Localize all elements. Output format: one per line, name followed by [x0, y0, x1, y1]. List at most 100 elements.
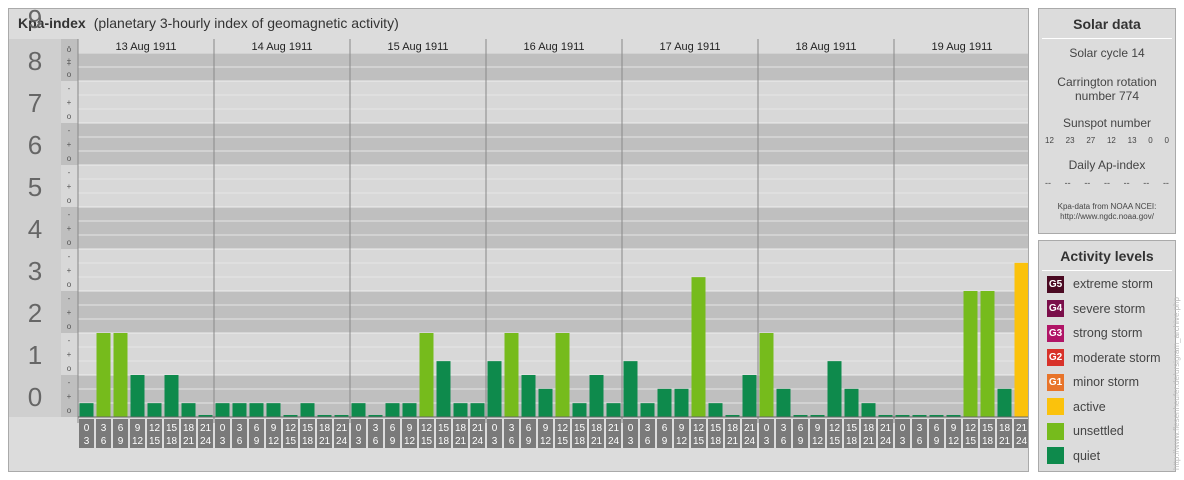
y-minor-label: o — [67, 70, 72, 79]
x-tick-start: 12 — [149, 423, 161, 434]
y-minor-label: - — [68, 294, 71, 303]
kp-bar — [453, 403, 468, 417]
x-tick-end: 12 — [268, 436, 280, 447]
kp-bar — [300, 403, 315, 417]
y-minor-label: o — [67, 238, 72, 247]
sunspot-value: 0 — [1148, 136, 1153, 145]
ap-value: -- — [1084, 178, 1091, 188]
x-tick-start: 6 — [798, 423, 804, 434]
kp-bar — [249, 403, 264, 417]
kp-bar — [759, 333, 774, 417]
kp-bar — [504, 333, 519, 417]
y-minor-label: o — [67, 364, 72, 373]
y-minor-label: - — [68, 336, 71, 345]
x-tick-start: 12 — [421, 423, 433, 434]
x-tick-end: 9 — [254, 436, 260, 447]
kp-band — [61, 207, 1028, 249]
kp-bar — [402, 403, 417, 417]
x-tick-start: 18 — [319, 423, 331, 434]
kp-bar — [232, 403, 247, 417]
kp-bar — [215, 403, 230, 417]
x-tick-start: 9 — [135, 423, 141, 434]
ap-value: -- — [1103, 178, 1110, 188]
x-tick-end: 15 — [829, 436, 841, 447]
kp-bar — [351, 403, 366, 417]
legend-label: extreme storm — [1073, 277, 1153, 291]
x-tick-start: 15 — [710, 423, 722, 434]
y-minor-label: - — [68, 210, 71, 219]
x-tick-end: 6 — [237, 436, 243, 447]
y-tick-label: 0 — [28, 382, 42, 412]
x-tick-start: 21 — [1016, 423, 1028, 434]
kp-bar — [657, 388, 672, 417]
kp-bar — [844, 388, 859, 417]
x-tick-start: 9 — [951, 423, 957, 434]
day-label: 18 Aug 1911 — [796, 41, 857, 53]
x-tick-end: 24 — [744, 436, 756, 447]
data-credit: Kpa-data from NOAA NCEI: http://www.ngdc… — [1039, 202, 1175, 222]
legend-label: moderate storm — [1073, 350, 1161, 365]
x-tick-end: 6 — [101, 436, 107, 447]
x-tick-start: 15 — [302, 423, 314, 434]
activity-levels-title: Activity levels — [1042, 241, 1172, 271]
legend-row: G5 extreme storm — [1047, 274, 1153, 294]
y-tick-label: 8 — [28, 46, 42, 76]
y-minor-label: o — [67, 322, 72, 331]
x-tick-end: 15 — [557, 436, 569, 447]
y-minor-label: - — [68, 252, 71, 261]
x-tick-end: 15 — [149, 436, 161, 447]
x-tick-start: 6 — [254, 423, 260, 434]
x-tick-start: 15 — [982, 423, 994, 434]
x-tick-start: 9 — [679, 423, 685, 434]
kp-bar — [147, 403, 162, 417]
x-tick-start: 21 — [200, 423, 212, 434]
y-minor-label: - — [68, 126, 71, 135]
kp-bar — [776, 388, 791, 417]
x-tick-end: 21 — [863, 436, 875, 447]
x-tick-start: 15 — [574, 423, 586, 434]
sunspot-value: 27 — [1086, 136, 1096, 145]
legend-swatch: G2 — [1047, 349, 1064, 366]
x-tick-start: 12 — [285, 423, 297, 434]
x-tick-end: 15 — [965, 436, 977, 447]
legend-swatch: G4 — [1047, 300, 1064, 317]
x-tick-start: 18 — [591, 423, 603, 434]
y-tick-label: 3 — [28, 256, 42, 286]
ap-index-values: -- -- -- -- -- -- -- — [1039, 178, 1175, 188]
kp-bar — [130, 375, 145, 417]
y-minor-label: o — [67, 45, 72, 54]
kpa-chart-panel: Kpa-index (planetary 3-hourly index of ge… — [8, 8, 1029, 472]
sunspot-value: 12 — [1106, 136, 1116, 145]
x-tick-start: 15 — [438, 423, 450, 434]
sunspot-value: 23 — [1065, 136, 1075, 145]
sunspot-value: 0 — [1164, 136, 1169, 145]
y-tick-label: 2 — [28, 298, 42, 328]
y-tick-label: 5 — [28, 172, 42, 202]
x-tick-start: 0 — [628, 423, 634, 434]
x-tick-end: 3 — [900, 436, 906, 447]
y-minor-label: - — [68, 168, 71, 177]
ap-value: -- — [1162, 178, 1169, 188]
x-tick-end: 21 — [591, 436, 603, 447]
y-tick-label: 7 — [28, 88, 42, 118]
sunspot-title: Sunspot number — [1062, 116, 1152, 130]
x-tick-end: 21 — [999, 436, 1011, 447]
x-tick-end: 9 — [934, 436, 940, 447]
day-label: 16 Aug 1911 — [524, 41, 585, 53]
x-tick-start: 21 — [336, 423, 348, 434]
x-tick-end: 3 — [84, 436, 90, 447]
x-tick-start: 3 — [237, 423, 243, 434]
x-tick-end: 18 — [710, 436, 722, 447]
y-tick-label: 6 — [28, 130, 42, 160]
kp-band — [61, 123, 1028, 165]
legend-swatch — [1047, 398, 1064, 415]
x-tick-start: 0 — [764, 423, 770, 434]
x-tick-end: 21 — [183, 436, 195, 447]
legend-row: active — [1047, 397, 1106, 417]
x-tick-end: 15 — [421, 436, 433, 447]
watermark-url: http://www.flesenheufer.de/ursigram_arch… — [1172, 297, 1181, 470]
credit-line2: http://www.ngdc.noaa.gov/ — [1060, 212, 1154, 221]
ap-value: -- — [1045, 178, 1051, 188]
kp-bar — [487, 361, 502, 417]
legend-label: strong storm — [1073, 326, 1143, 340]
